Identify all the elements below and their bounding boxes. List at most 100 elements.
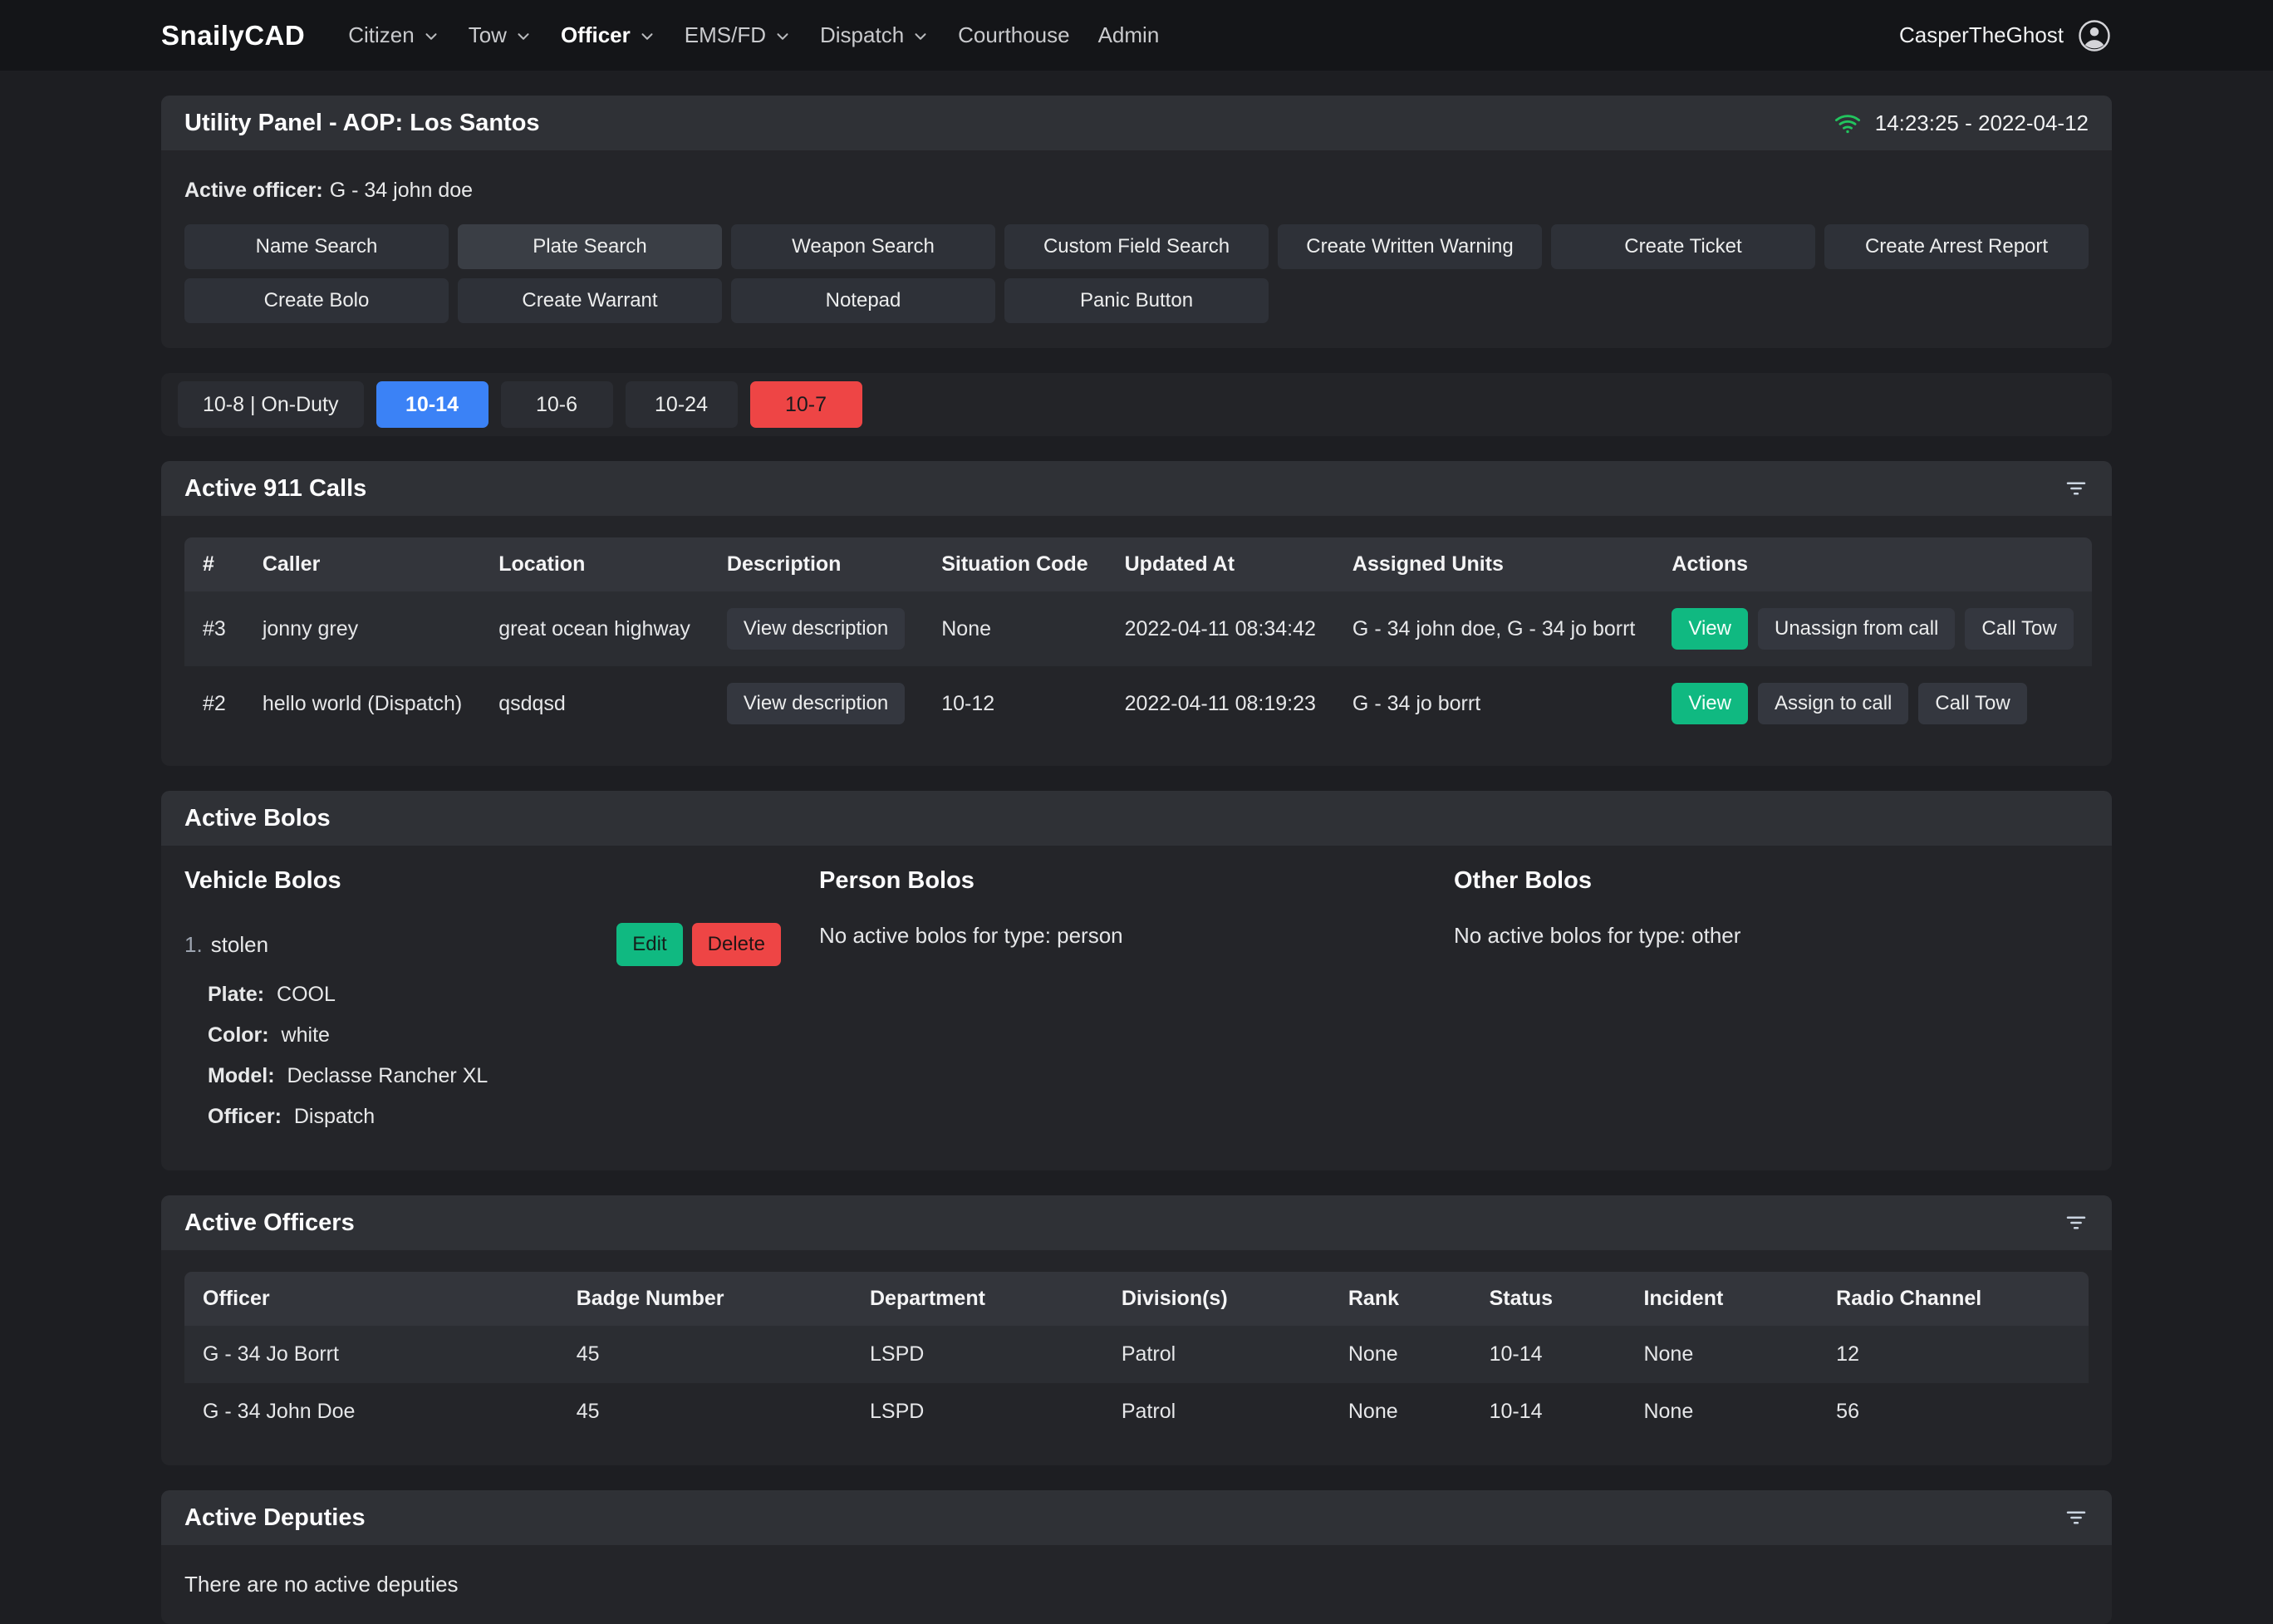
nav-item-label: Courthouse <box>958 22 1069 48</box>
officer-badge-number: 45 <box>558 1326 852 1383</box>
chevron-down-icon <box>773 25 792 46</box>
active-officer-line: Active officer:G - 34 john doe <box>184 179 2089 203</box>
bolo-detail-label: Plate: <box>208 983 264 1006</box>
vehicle-bolos-column: Vehicle Bolos 1.stolenEditDeletePlate: C… <box>184 867 819 1146</box>
nav-item-admin[interactable]: Admin <box>1098 22 1160 48</box>
call-description-cell: View description <box>709 591 923 666</box>
nav-item-courthouse[interactable]: Courthouse <box>958 22 1069 48</box>
officer-officer: G - 34 John Doe <box>184 1383 558 1440</box>
top-navbar: SnailyCAD Citizen Tow Officer EMS/FD Dispatc… <box>0 0 2273 71</box>
other-bolos-heading: Other Bolos <box>1454 867 2089 895</box>
utility-panel-header: Utility Panel - AOP: Los Santos 14:23:25… <box>161 96 2112 150</box>
call-updated-at: 2022-04-11 08:34:42 <box>1107 591 1334 666</box>
bolo-title: stolen <box>211 932 268 957</box>
active-911-calls-panel: Active 911 Calls #CallerLocationDescript… <box>161 461 2112 766</box>
officers-column-officer: Officer <box>184 1272 558 1326</box>
edit-bolo-button[interactable]: Edit <box>616 923 682 966</box>
officer-department: LSPD <box>852 1383 1103 1440</box>
panic-button-button[interactable]: Panic Button <box>1004 278 1269 323</box>
create-bolo-button[interactable]: Create Bolo <box>184 278 449 323</box>
bolo-detail-model: Model: Declasse Rancher XL <box>208 1064 819 1088</box>
custom-field-search-button[interactable]: Custom Field Search <box>1004 224 1269 269</box>
calls-column-assigned-units: Assigned Units <box>1334 537 1653 591</box>
create-arrest-report-button[interactable]: Create Arrest Report <box>1824 224 2089 269</box>
calls-column-updated-at: Updated At <box>1107 537 1334 591</box>
bolo-detail-officer: Officer: Dispatch <box>208 1105 819 1129</box>
officers-filter-icon[interactable] <box>2064 1210 2089 1235</box>
officers-column-rank: Rank <box>1330 1272 1471 1326</box>
person-bolos-column: Person Bolos No active bolos for type: p… <box>819 867 1454 1146</box>
person-bolos-empty-text: No active bolos for type: person <box>819 923 1454 949</box>
officers-column-department: Department <box>852 1272 1103 1326</box>
vehicle-bolo-item: 1.stolenEditDeletePlate: COOLColor: whit… <box>184 923 819 1129</box>
view-button[interactable]: View <box>1672 683 1748 724</box>
assign-to-call-button[interactable]: Assign to call <box>1758 683 1908 724</box>
active-911-calls-header: Active 911 Calls <box>161 461 2112 516</box>
call-row: #2hello world (Dispatch)qsdqsdView descr… <box>184 666 2092 741</box>
utility-panel: Utility Panel - AOP: Los Santos 14:23:25… <box>161 96 2112 348</box>
weapon-search-button[interactable]: Weapon Search <box>731 224 995 269</box>
nav-item-citizen[interactable]: Citizen <box>348 22 439 48</box>
call-description-cell: View description <box>709 666 923 741</box>
utility-buttons-grid: Name SearchPlate SearchWeapon SearchCust… <box>184 224 2089 323</box>
nav-item-label: Dispatch <box>820 22 904 48</box>
officers-column-badge-number: Badge Number <box>558 1272 852 1326</box>
name-search-button[interactable]: Name Search <box>184 224 449 269</box>
create-warrant-button[interactable]: Create Warrant <box>458 278 722 323</box>
bolo-detail-label: Color: <box>208 1023 269 1047</box>
app-logo[interactable]: SnailyCAD <box>161 20 305 52</box>
calls-filter-icon[interactable] <box>2064 476 2089 501</box>
status-10-7-button[interactable]: 10-7 <box>750 381 862 428</box>
call-tow-button[interactable]: Call Tow <box>1918 683 2026 724</box>
call-location: qsdqsd <box>480 666 709 741</box>
call-assigned-units: G - 34 jo borrt <box>1334 666 1653 741</box>
nav-item-label: Citizen <box>348 22 414 48</box>
connection-wifi-icon <box>1834 109 1862 137</box>
status-10-24-button[interactable]: 10-24 <box>626 381 738 428</box>
nav-item-dispatch[interactable]: Dispatch <box>820 22 930 48</box>
call-actions-cell: ViewAssign to callCall Tow <box>1653 666 2091 741</box>
nav-item-tow[interactable]: Tow <box>469 22 533 48</box>
call-situation-code: None <box>923 591 1106 666</box>
bolo-index: 1. <box>184 932 203 957</box>
call-tow-button[interactable]: Call Tow <box>1965 608 2073 650</box>
view-description-button[interactable]: View description <box>727 683 905 724</box>
bolo-detail-label: Model: <box>208 1064 275 1087</box>
create-written-warning-button[interactable]: Create Written Warning <box>1278 224 1542 269</box>
nav-item-label: Admin <box>1098 22 1160 48</box>
user-menu[interactable]: CasperTheGhost <box>1899 18 2112 53</box>
active-deputies-title: Active Deputies <box>184 1504 366 1532</box>
other-bolos-empty-text: No active bolos for type: other <box>1454 923 2089 949</box>
status-10-8-on-duty-button[interactable]: 10-8 | On-Duty <box>178 381 364 428</box>
status-10-6-button[interactable]: 10-6 <box>501 381 613 428</box>
unassign-from-call-button[interactable]: Unassign from call <box>1758 608 1955 650</box>
nav-item-officer[interactable]: Officer <box>561 22 656 48</box>
call-caller: jonny grey <box>244 591 480 666</box>
nav-menu: Citizen Tow Officer EMS/FD Dispatch Courthous… <box>348 22 1899 48</box>
deputies-filter-icon[interactable] <box>2064 1505 2089 1530</box>
chevron-down-icon <box>638 25 656 46</box>
call-actions: ViewAssign to callCall Tow <box>1672 683 2073 724</box>
plate-search-button[interactable]: Plate Search <box>458 224 722 269</box>
officers-column-incident: Incident <box>1625 1272 1818 1326</box>
status-10-14-button[interactable]: 10-14 <box>376 381 488 428</box>
officer-officer: G - 34 Jo Borrt <box>184 1326 558 1383</box>
officer-status: 10-14 <box>1471 1326 1626 1383</box>
officers-column-radio-channel: Radio Channel <box>1818 1272 2089 1326</box>
view-button[interactable]: View <box>1672 608 1748 650</box>
call-situation-code: 10-12 <box>923 666 1106 741</box>
person-bolos-heading: Person Bolos <box>819 867 1454 895</box>
calls-column-actions: Actions <box>1653 537 2091 591</box>
calls-column-description: Description <box>709 537 923 591</box>
view-description-button[interactable]: View description <box>727 608 905 650</box>
call-location: great ocean highway <box>480 591 709 666</box>
active-officers-panel: Active Officers OfficerBadge NumberDepar… <box>161 1195 2112 1465</box>
calls-column-: # <box>184 537 244 591</box>
nav-item-ems-fd[interactable]: EMS/FD <box>685 22 792 48</box>
username-label: CasperTheGhost <box>1899 22 2064 48</box>
notepad-button[interactable]: Notepad <box>731 278 995 323</box>
delete-bolo-button[interactable]: Delete <box>692 923 781 966</box>
create-ticket-button[interactable]: Create Ticket <box>1551 224 1815 269</box>
officer-division-s: Patrol <box>1103 1383 1330 1440</box>
deputies-empty-text: There are no active deputies <box>161 1545 2112 1624</box>
